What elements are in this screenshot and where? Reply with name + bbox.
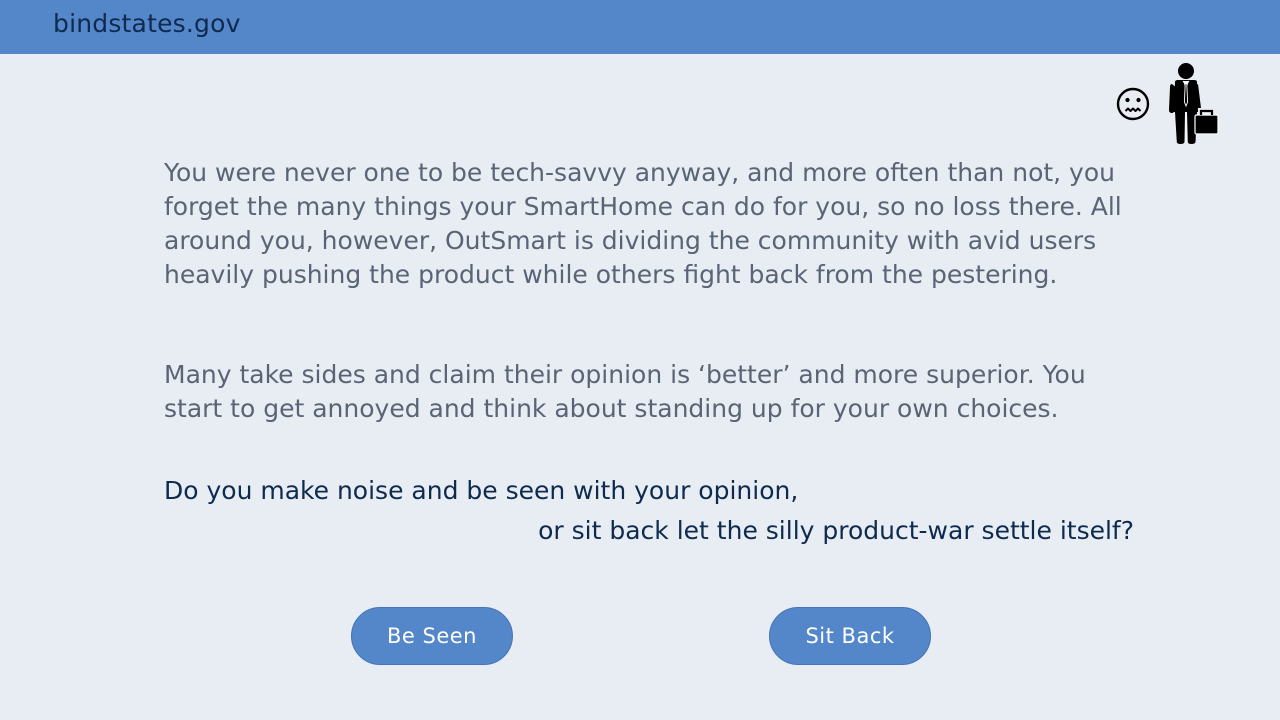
businessman-with-briefcase-icon — [1169, 63, 1219, 144]
header-bar: bindstates.gov — [0, 0, 1280, 54]
sit-back-button[interactable]: Sit Back — [769, 607, 931, 665]
question-line-2: or sit back let the silly product-war se… — [538, 516, 1134, 545]
story-paragraph-1: You were never one to be tech-savvy anyw… — [164, 158, 1122, 289]
site-title: bindstates.gov — [53, 9, 241, 38]
be-seen-button[interactable]: Be Seen — [351, 607, 513, 665]
worried-face-icon — [1116, 87, 1150, 121]
question-line-1: Do you make noise and be seen with your … — [164, 476, 799, 505]
character-status — [1110, 60, 1230, 150]
story-paragraph-2: Many take sides and claim their opinion … — [164, 360, 1086, 423]
